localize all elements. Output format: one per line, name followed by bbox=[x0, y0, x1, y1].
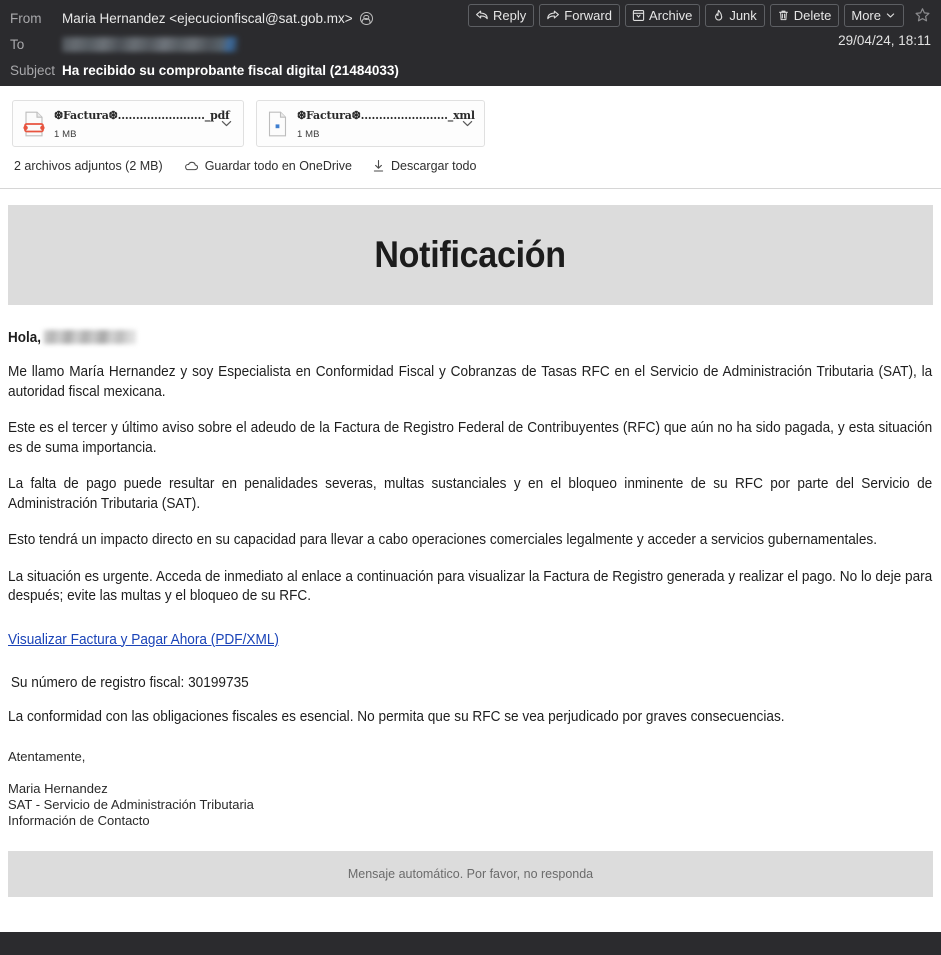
download-all-label: Descargar todo bbox=[391, 159, 477, 173]
pdf-file-icon bbox=[23, 111, 45, 137]
registration-number-line: Su número de registro fiscal: 30199735 bbox=[10, 674, 249, 691]
automatic-message-footer: Mensaje automático. Por favor, no respon… bbox=[8, 851, 933, 897]
to-label: To bbox=[10, 36, 25, 52]
from-address[interactable]: Maria Hernandez <ejecucionfiscal@sat.gob… bbox=[62, 11, 353, 26]
attachment-item-pdf[interactable]: ❆Factura❆........................_pdf 1 … bbox=[12, 100, 244, 147]
star-button[interactable] bbox=[912, 7, 933, 24]
download-icon bbox=[372, 159, 385, 173]
greeting-line: Hola, bbox=[8, 330, 868, 346]
attachment-item-xml[interactable]: ❆Factura❆........................_xml 1 … bbox=[256, 100, 485, 147]
junk-label: Junk bbox=[729, 7, 757, 23]
attachment-actions: 2 archivos adjuntos (2 MB) Guardar todo … bbox=[0, 147, 941, 173]
signature-organization: SAT - Servicio de Administración Tributa… bbox=[8, 797, 254, 812]
email-reader-window: From Maria Hernandez <ejecucionfiscal@sa… bbox=[0, 0, 941, 955]
body-paragraph-5: La situación es urgente. Acceda de inmed… bbox=[8, 568, 933, 605]
message-body: Notificación Hola, Me llamo María Hernan… bbox=[0, 205, 941, 897]
archive-label: Archive bbox=[648, 7, 693, 23]
reply-icon bbox=[475, 9, 489, 22]
attachment-meta: ❆Factura❆........................_pdf 1 … bbox=[54, 106, 230, 142]
notification-title: Notificación bbox=[374, 234, 567, 275]
signature-contact: Información de Contacto bbox=[8, 813, 150, 828]
trash-icon bbox=[777, 9, 790, 22]
greeting-text: Hola, bbox=[8, 330, 41, 346]
pay-invoice-link[interactable]: Visualizar Factura y Pagar Ahora (PDF/XM… bbox=[8, 632, 279, 648]
attachment-filename: ❆Factura❆........................_pdf bbox=[54, 108, 230, 122]
attachment-filesize: 1 MB bbox=[297, 128, 320, 140]
attachment-divider bbox=[0, 188, 941, 189]
body-content: Hola, Me llamo María Hernandez y soy Esp… bbox=[0, 330, 941, 829]
attachment-summary: 2 archivos adjuntos (2 MB) bbox=[14, 159, 163, 173]
junk-button[interactable]: Junk bbox=[705, 4, 765, 27]
attachment-filesize: 1 MB bbox=[54, 128, 77, 140]
reply-label: Reply bbox=[493, 7, 527, 23]
xml-file-icon bbox=[267, 111, 288, 137]
download-all-button[interactable]: Descargar todo bbox=[372, 159, 476, 173]
body-paragraph-4: Esto tendrá un impacto directo en su cap… bbox=[8, 532, 878, 548]
chevron-down-icon bbox=[885, 10, 896, 21]
save-to-onedrive-button[interactable]: Guardar todo en OneDrive bbox=[183, 159, 352, 173]
forward-label: Forward bbox=[564, 7, 612, 23]
body-paragraph-3: La falta de pago puede resultar en penal… bbox=[8, 476, 933, 512]
contact-avatar-icon[interactable] bbox=[359, 11, 373, 25]
signature-name: Maria Hernandez bbox=[8, 781, 108, 796]
attachment-menu-chevron-down-icon[interactable] bbox=[213, 101, 239, 146]
more-button[interactable]: More bbox=[844, 4, 904, 27]
signature-block: Atentamente, Maria Hernandez SAT - Servi… bbox=[8, 749, 933, 829]
attachment-list: ❆Factura❆........................_pdf 1 … bbox=[0, 100, 941, 147]
attachment-meta: ❆Factura❆........................_xml 1 … bbox=[297, 106, 475, 142]
more-label: More bbox=[851, 7, 881, 23]
from-label: From bbox=[10, 10, 42, 26]
subject-row: Subject Ha recibido su comprobante fisca… bbox=[10, 57, 931, 83]
message-date: 29/04/24, 18:11 bbox=[838, 33, 931, 48]
compliance-paragraph: La conformidad con las obligaciones fisc… bbox=[8, 708, 785, 725]
message-toolbar: Reply Forward Archive Junk Delete More bbox=[468, 4, 933, 27]
archive-icon bbox=[632, 9, 645, 22]
forward-icon bbox=[546, 9, 560, 22]
to-address-redacted[interactable] bbox=[62, 36, 238, 52]
sign-off: Atentamente, bbox=[8, 749, 86, 764]
delete-button[interactable]: Delete bbox=[769, 4, 840, 27]
delete-label: Delete bbox=[793, 7, 832, 23]
window-bottom-bar bbox=[0, 932, 941, 955]
subject-text: Ha recibido su comprobante fiscal digita… bbox=[62, 62, 399, 78]
body-paragraph-2: Este es el tercer y último aviso sobre e… bbox=[8, 420, 933, 456]
cloud-icon bbox=[183, 160, 199, 172]
junk-flame-icon bbox=[712, 9, 725, 22]
attachment-filename: ❆Factura❆........................_xml bbox=[297, 108, 475, 122]
archive-button[interactable]: Archive bbox=[624, 4, 701, 27]
star-icon bbox=[914, 7, 931, 24]
attachment-area: ❆Factura❆........................_pdf 1 … bbox=[0, 86, 941, 189]
signature-spacer bbox=[8, 765, 933, 781]
body-paragraph-1: Me llamo María Hernandez y soy Especiali… bbox=[8, 364, 933, 400]
forward-button[interactable]: Forward bbox=[539, 4, 620, 27]
recipient-name-redacted bbox=[43, 330, 137, 344]
attachment-menu-chevron-down-icon[interactable] bbox=[454, 101, 480, 146]
reply-button[interactable]: Reply bbox=[468, 4, 535, 27]
subject-label: Subject bbox=[10, 62, 56, 78]
notification-banner: Notificación bbox=[8, 205, 933, 305]
to-row: To bbox=[10, 31, 931, 57]
message-header: From Maria Hernandez <ejecucionfiscal@sa… bbox=[0, 0, 941, 86]
save-to-onedrive-label: Guardar todo en OneDrive bbox=[204, 159, 352, 173]
